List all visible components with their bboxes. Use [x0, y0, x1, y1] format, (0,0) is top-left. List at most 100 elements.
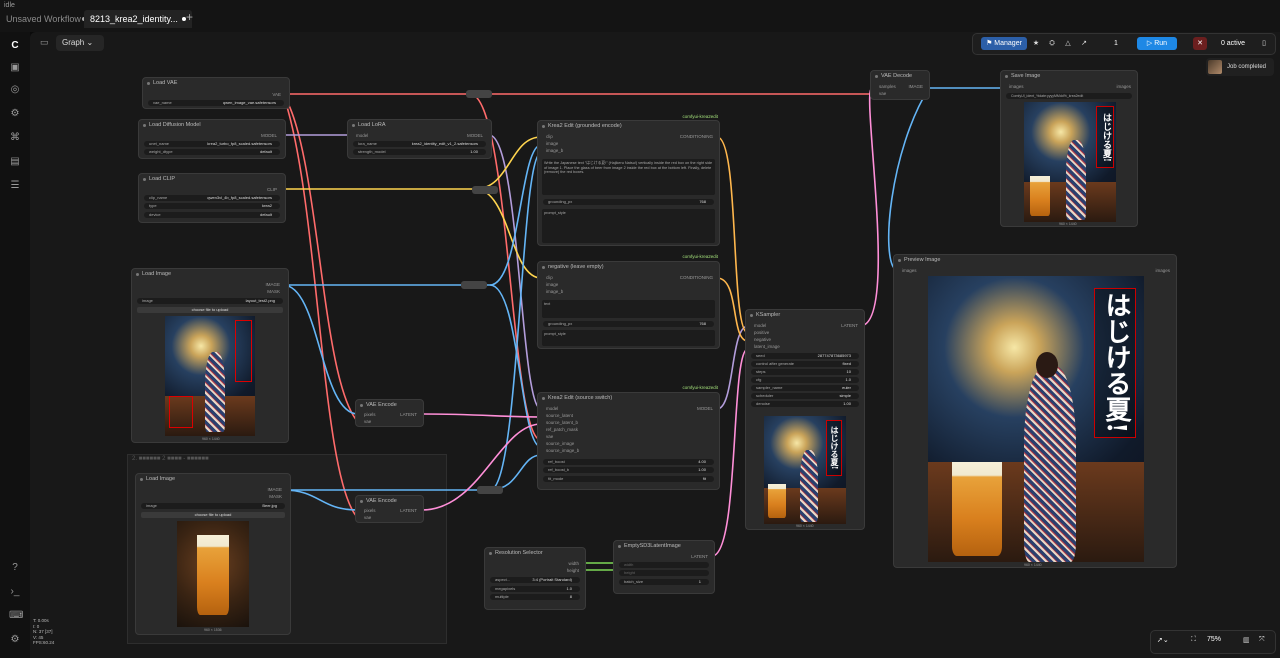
input-source-image-b[interactable]: source_image_b: [546, 448, 579, 453]
puzzle-icon[interactable]: ⛭: [1045, 37, 1059, 50]
output-images[interactable]: images: [1116, 84, 1131, 89]
field-ref-boost-b[interactable]: ref_boost_b 1.00: [543, 467, 714, 473]
field-fit-mode[interactable]: fit_mode fit: [543, 476, 714, 482]
field-strength-model[interactable]: strength_model 1.00: [353, 149, 486, 155]
node-ksampler[interactable]: KSampler model positive negative latent_…: [745, 309, 865, 530]
output-image[interactable]: IMAGE: [267, 487, 282, 492]
output-height[interactable]: height: [567, 568, 579, 573]
output-vae[interactable]: VAE: [272, 92, 281, 97]
input-pixels[interactable]: pixels: [364, 508, 376, 513]
output-mask[interactable]: MASK: [267, 289, 280, 294]
input-image[interactable]: image: [546, 282, 558, 287]
field-grounding-px[interactable]: grounding_px 768: [543, 199, 714, 205]
output-model[interactable]: MODEL: [261, 133, 277, 138]
input-vae[interactable]: vae: [364, 419, 371, 424]
manager-button[interactable]: ⚑ Manager: [981, 37, 1027, 50]
output-conditioning[interactable]: CONDITIONING: [680, 275, 713, 280]
input-source-latent-b[interactable]: source_latent_b: [546, 420, 578, 425]
panel-icon[interactable]: ▯: [1257, 37, 1271, 50]
field-batch-size[interactable]: batch_size 1: [619, 579, 709, 585]
input-pixels[interactable]: pixels: [364, 412, 376, 417]
input-vae[interactable]: vae: [879, 91, 886, 96]
field-vae-name[interactable]: vae_name qwen_image_vae.safetensors: [148, 100, 284, 106]
input-model[interactable]: model: [754, 323, 766, 328]
field-clip-name[interactable]: clip_name qwen3vl_4b_fp8_scaled.safetenso…: [144, 195, 280, 201]
pointer-tool-icon[interactable]: ➚⌄: [1157, 636, 1169, 644]
field-unet-name[interactable]: unet_name krea2_turbo_fp8_scaled.safetens…: [144, 141, 280, 147]
share-icon[interactable]: ↗: [1077, 37, 1091, 50]
job-status-badge[interactable]: Job completed: [1206, 58, 1274, 76]
input-vae[interactable]: vae: [364, 515, 371, 520]
output-image[interactable]: IMAGE: [908, 84, 923, 89]
field-filename-prefix[interactable]: ComfyUI_ident_%date:yyyyMMdd%_krea2edit: [1006, 93, 1132, 99]
input-clip[interactable]: clip: [546, 275, 553, 280]
output-model[interactable]: MODEL: [697, 406, 713, 411]
output-mask[interactable]: MASK: [269, 494, 282, 499]
node-load-clip[interactable]: Load CLIP CLIP clip_name qwen3vl_4b_fp8_s…: [138, 173, 286, 223]
field-image[interactable]: image layout_test2.png: [137, 298, 283, 304]
field-aspect[interactable]: aspect... 3:4 (Portrait Standard): [490, 577, 580, 583]
stop-icon[interactable]: ✕: [1193, 37, 1207, 50]
input-ref-patch-mask[interactable]: ref_patch_mask: [546, 427, 578, 432]
style-textarea[interactable]: prompt_style: [542, 330, 715, 346]
output-latent[interactable]: LATENT: [841, 323, 858, 328]
node-krea2-edit-grounded[interactable]: Krea2 Edit (grounded encode) clip image …: [537, 120, 720, 246]
input-positive[interactable]: positive: [754, 330, 769, 335]
input-model[interactable]: model: [356, 133, 368, 138]
field-device[interactable]: device default: [144, 212, 280, 218]
hide-links-icon[interactable]: ⤧: [1259, 636, 1265, 644]
star-icon[interactable]: ★: [1029, 37, 1043, 50]
node-preview-image[interactable]: Preview Image images images はじける夏! 960 ×…: [893, 254, 1177, 568]
input-images[interactable]: images: [902, 268, 917, 273]
queue-count[interactable]: 1: [1109, 37, 1123, 50]
field-seed[interactable]: seed 287747873685973: [751, 353, 859, 359]
node-load-vae[interactable]: Load VAE VAE vae_name qwen_image_vae.safe…: [142, 77, 290, 109]
style-textarea[interactable]: prompt_style: [542, 209, 715, 243]
output-latent[interactable]: LATENT: [400, 412, 417, 417]
prompt-textarea[interactable]: text: [542, 300, 715, 318]
run-button[interactable]: ▷ Run: [1137, 37, 1177, 50]
node-empty-sd3-latent[interactable]: EmptySD3LatentImage LATENT width height …: [613, 540, 715, 594]
field-grounding-px[interactable]: grounding_px 768: [543, 321, 714, 327]
node-vae-encode-2[interactable]: VAE Encode pixels vae LATENT: [355, 495, 424, 523]
field-ref-boost[interactable]: ref_boost 4.00: [543, 459, 714, 465]
field-type[interactable]: type krea2: [144, 203, 280, 209]
input-image-b[interactable]: image_b: [546, 148, 563, 153]
node-load-diffusion-model[interactable]: Load Diffusion Model MODEL unet_name krea…: [138, 119, 286, 159]
field-multiple[interactable]: multiple 8: [490, 594, 580, 600]
input-vae[interactable]: vae: [546, 434, 553, 439]
fit-view-icon[interactable]: ⛶: [1191, 636, 1196, 644]
field-scheduler[interactable]: scheduler simple: [751, 393, 859, 399]
field-sampler-name[interactable]: sampler_name euler: [751, 385, 859, 391]
output-model[interactable]: MODEL: [467, 133, 483, 138]
field-megapixels[interactable]: megapixels 1.0: [490, 586, 580, 592]
minimap-icon[interactable]: ▥: [1243, 636, 1250, 644]
field-width[interactable]: width: [619, 562, 709, 568]
input-images[interactable]: images: [1009, 84, 1024, 89]
node-vae-encode-1[interactable]: VAE Encode pixels vae LATENT: [355, 399, 424, 427]
input-samples[interactable]: samples: [879, 84, 896, 89]
node-krea2-negative[interactable]: negative (leave empty) clip image image_…: [537, 261, 720, 349]
node-save-image[interactable]: Save Image images images ComfyUI_ident_%…: [1000, 70, 1138, 227]
node-load-image-1[interactable]: Load Image IMAGE MASK image layout_test2.…: [131, 268, 289, 443]
zoom-level[interactable]: 75%: [1207, 636, 1221, 643]
field-denoise[interactable]: denoise 1.00: [751, 401, 859, 407]
node-vae-decode[interactable]: VAE Decode samples vae IMAGE: [870, 70, 930, 100]
input-image-b[interactable]: image_b: [546, 289, 563, 294]
field-image[interactable]: image Beer.jpg: [141, 503, 285, 509]
output-latent[interactable]: LATENT: [400, 508, 417, 513]
output-width[interactable]: width: [568, 561, 579, 566]
active-count[interactable]: 0 active: [1213, 37, 1253, 50]
field-lora-name[interactable]: lora_name krea2_identity_edit_v1_2.safete…: [353, 141, 486, 147]
node-krea2-source-switch[interactable]: Krea2 Edit (source switch) MODEL model s…: [537, 392, 720, 490]
input-latent-image[interactable]: latent_image: [754, 344, 780, 349]
node-resolution-selector[interactable]: Resolution Selector width height aspect.…: [484, 547, 586, 610]
input-model[interactable]: model: [546, 406, 558, 411]
output-image[interactable]: IMAGE: [265, 282, 280, 287]
alert-icon[interactable]: △: [1061, 37, 1075, 50]
field-height[interactable]: height: [619, 570, 709, 576]
output-conditioning[interactable]: CONDITIONING: [680, 134, 713, 139]
input-negative[interactable]: negative: [754, 337, 771, 342]
input-image[interactable]: image: [546, 141, 558, 146]
node-load-lora[interactable]: Load LoRA model MODEL lora_name krea2_ide…: [347, 119, 492, 159]
